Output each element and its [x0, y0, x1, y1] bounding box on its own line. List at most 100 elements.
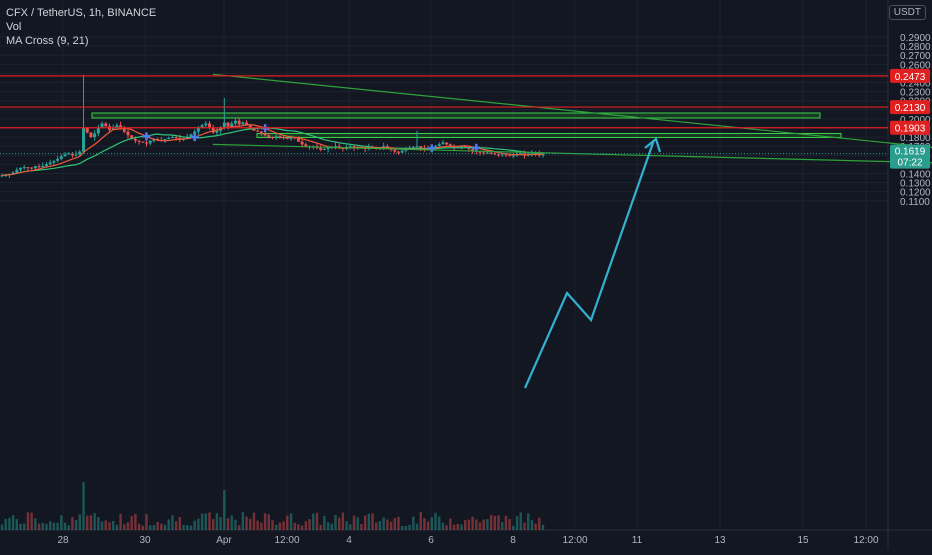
- candle-body: [141, 141, 145, 143]
- volume-bar: [89, 515, 93, 530]
- volume-bar: [508, 519, 511, 530]
- candle-body: [96, 128, 100, 134]
- time-tick-label: 12:00: [562, 535, 587, 546]
- volume-bar: [126, 522, 130, 530]
- volume-bar: [256, 520, 259, 530]
- price-chart[interactable]: 0.29000.28000.27000.26000.25000.24000.23…: [0, 0, 932, 550]
- volume-bar: [104, 520, 107, 530]
- volume-bar: [419, 512, 422, 530]
- volume-bar: [52, 522, 56, 530]
- volume-bar: [189, 525, 193, 530]
- candle-body: [271, 137, 274, 139]
- volume-bar: [504, 515, 508, 530]
- volume-bar: [152, 525, 156, 530]
- volume-bar: [463, 520, 467, 530]
- volume-bar: [471, 516, 474, 530]
- candle-body: [497, 154, 501, 156]
- candle-body: [59, 156, 63, 159]
- volume-bar: [241, 512, 245, 530]
- candle-body: [37, 166, 41, 168]
- volume-bar: [163, 524, 167, 530]
- volume-label[interactable]: Vol: [6, 20, 156, 34]
- volume-bar: [478, 522, 482, 530]
- volume-bar: [108, 522, 111, 530]
- volume-bar: [452, 524, 456, 530]
- candle-body: [19, 168, 23, 170]
- ma-cross-label[interactable]: MA Cross (9, 21): [6, 34, 156, 48]
- candle-body: [167, 138, 171, 140]
- volume-bar: [219, 517, 222, 530]
- volume-bar: [141, 525, 145, 530]
- volume-bar: [215, 513, 219, 530]
- volume-bar: [430, 517, 434, 530]
- candle-body: [89, 132, 93, 138]
- volume-bar: [300, 525, 304, 530]
- volume-bar: [115, 524, 119, 530]
- volume-bar: [178, 517, 182, 530]
- volume-bar: [530, 520, 534, 530]
- candle-body: [274, 136, 278, 139]
- volume-bar: [204, 513, 208, 530]
- candle-body: [33, 166, 37, 169]
- volume-bar: [45, 523, 48, 530]
- volume-bar: [234, 519, 237, 530]
- volume-bar: [512, 525, 515, 530]
- candle-body: [319, 148, 323, 150]
- volume-bar: [212, 519, 215, 530]
- volume-bar: [378, 521, 382, 530]
- volume-bar: [174, 521, 178, 530]
- candle-body: [348, 146, 352, 148]
- volume-bar: [4, 518, 7, 530]
- candle-body: [504, 154, 508, 156]
- candle-body: [137, 140, 141, 142]
- candle-body: [304, 144, 308, 147]
- chart-area[interactable]: 0.29000.28000.27000.26000.25000.24000.23…: [0, 0, 932, 550]
- volume-bar: [449, 518, 452, 530]
- time-tick-label: 8: [510, 535, 516, 546]
- candle-body: [441, 142, 445, 145]
- volume-bar: [82, 482, 85, 530]
- volume-bar: [171, 515, 174, 530]
- volume-bar: [156, 521, 159, 530]
- candle-body: [267, 135, 271, 138]
- candle-body: [93, 133, 97, 138]
- volume-bar: [315, 512, 319, 530]
- volume-bar: [130, 516, 133, 530]
- volume-bar: [541, 524, 545, 530]
- volume-bar: [245, 516, 248, 530]
- volume-bar: [352, 515, 356, 530]
- volume-bar: [423, 518, 426, 530]
- time-tick-label: 11: [632, 535, 643, 546]
- volume-bar: [149, 525, 152, 530]
- time-tick-label: 30: [139, 535, 151, 546]
- candle-body: [196, 128, 200, 132]
- volume-bar: [230, 515, 233, 530]
- candle-body: [148, 140, 152, 144]
- volume-bar: [8, 517, 11, 530]
- volume-bar: [200, 513, 204, 530]
- volume-bar: [111, 520, 115, 530]
- candle-body: [237, 120, 241, 125]
- volume-bar: [319, 524, 322, 530]
- volume-bar: [341, 512, 345, 530]
- volume-bar: [30, 512, 33, 530]
- candle-body: [133, 138, 137, 141]
- time-tick-label: 28: [57, 535, 69, 546]
- volume-bar: [271, 520, 274, 530]
- candle-body: [215, 130, 219, 133]
- volume-bar: [371, 513, 374, 530]
- volume-bar: [393, 518, 396, 530]
- volume-bar: [123, 524, 126, 530]
- currency-button[interactable]: USDT: [888, 5, 926, 20]
- candle-body: [170, 137, 174, 139]
- volume-bar: [441, 522, 445, 530]
- volume-bar: [223, 490, 226, 530]
- volume-bar: [475, 519, 478, 530]
- symbol-title[interactable]: CFX / TetherUS, 1h, BINANCE: [6, 6, 156, 20]
- candle-body: [241, 122, 245, 125]
- volume-bar: [74, 519, 78, 530]
- candle-body: [126, 131, 130, 136]
- volume-bar: [278, 522, 282, 530]
- volume-bar: [367, 513, 371, 530]
- volume-bar: [467, 519, 471, 530]
